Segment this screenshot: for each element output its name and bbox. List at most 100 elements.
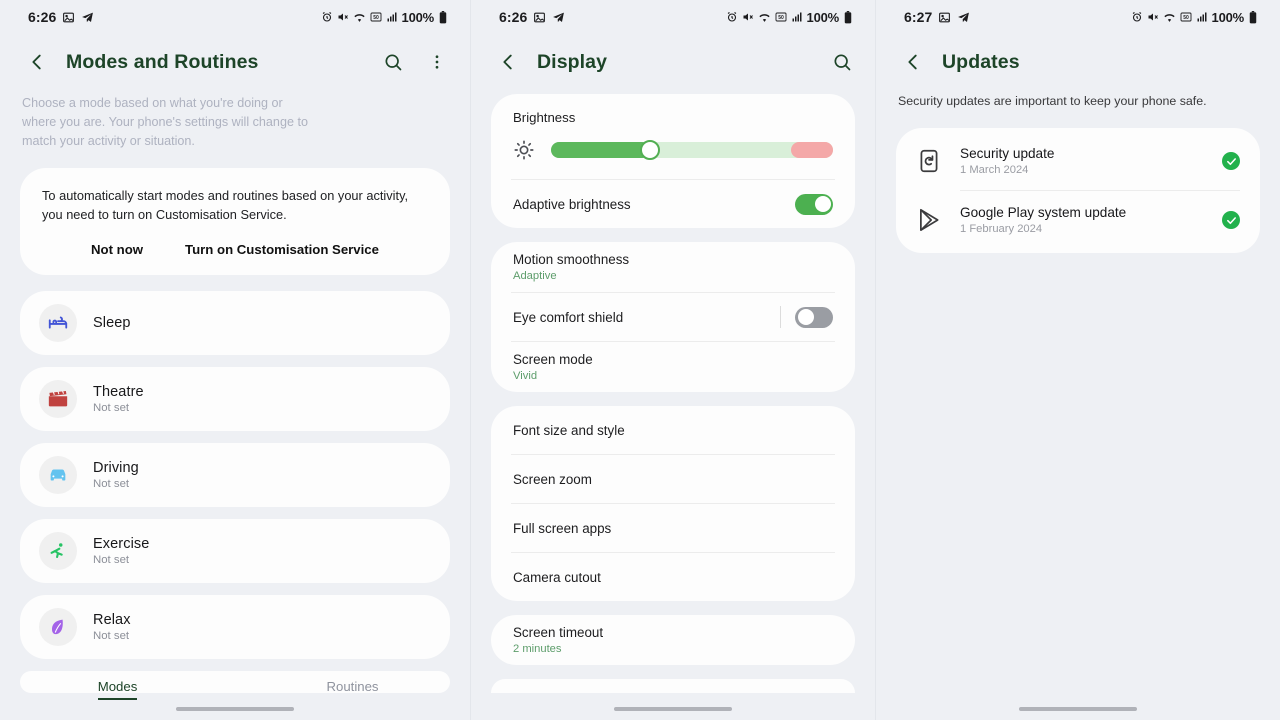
eye-comfort-shield-toggle[interactable] [795,306,833,328]
updates-description: Security updates are important to keep y… [898,94,1207,108]
gallery-icon [533,11,546,24]
row-text: Motion smoothness Adaptive [513,242,629,292]
battery-icon [438,10,448,24]
display-group-4: Screen timeout 2 minutes [491,615,855,665]
brightness-slider[interactable] [551,140,833,160]
notice-actions: Not now Turn on Customisation Service [42,242,428,261]
row-text: Font size and style [513,413,625,448]
tab-routines[interactable]: Routines [235,679,470,694]
mode-status: Not set [93,630,130,642]
update-text: Security update 1 March 2024 [960,146,1222,176]
update-item-security-update[interactable]: Security update 1 March 2024 [896,132,1260,190]
brightness-thumb[interactable] [639,140,660,160]
search-icon[interactable] [378,47,408,77]
vpn-icon: 50 [775,11,787,23]
row-full-screen-apps[interactable]: Full screen apps [491,504,855,552]
row-adaptive-brightness[interactable]: Adaptive brightness [491,180,855,228]
row-text: Eye comfort shield [513,300,623,335]
status-bar-left: 6:26 [28,9,94,25]
row-camera-cutout[interactable]: Camera cutout [491,553,855,601]
app-bar-updates: Updates [876,34,1280,90]
vertical-divider [780,306,781,328]
back-chevron-icon[interactable] [898,47,928,77]
row-font-size-and-style[interactable]: Font size and style [491,406,855,454]
customisation-service-notice: To automatically start modes and routine… [20,168,450,275]
svg-text:50: 50 [373,15,379,21]
row-screen-zoom[interactable]: Screen zoom [491,455,855,503]
update-name: Security update [960,146,1055,161]
check-circle-icon [1222,152,1240,170]
app-bar-modes: Modes and Routines [0,34,470,90]
row-value: Adaptive [513,270,557,282]
telegram-icon [957,11,970,24]
page-title: Modes and Routines [66,50,259,73]
tab-modes[interactable]: Modes [0,679,235,700]
row-screen-timeout[interactable]: Screen timeout 2 minutes [491,615,855,665]
row-label: Full screen apps [513,520,612,536]
row-motion-smoothness[interactable]: Motion smoothness Adaptive [491,242,855,292]
svg-text:50: 50 [778,15,784,21]
display-settings-list: Brightness Adaptive brightness Motion sm… [471,90,875,693]
wifi-icon [758,11,771,24]
row-text: Adaptive brightness [513,187,631,222]
more-vertical-icon[interactable] [422,47,452,77]
adaptive-brightness-toggle[interactable] [795,193,833,215]
search-icon[interactable] [827,47,857,77]
status-time: 6:26 [499,9,528,25]
mute-icon [742,11,754,23]
mode-status: Not set [93,554,130,566]
tab-routines-label: Routines [326,679,379,694]
not-now-button[interactable]: Not now [91,242,143,257]
row-screen-mode[interactable]: Screen mode Vivid [491,342,855,392]
row-label: Font size and style [513,422,625,438]
row-label: Screen mode [513,352,593,367]
play-store-icon [916,207,942,233]
update-date: 1 March 2024 [960,164,1029,176]
brightness-label: Brightness [513,110,576,125]
status-time: 6:26 [28,9,57,25]
mode-text: Driving Not set [93,460,139,490]
telegram-icon [552,11,565,24]
wifi-icon [353,11,366,24]
wifi-icon [1163,11,1176,24]
mode-item-exercise[interactable]: Exercise Not set [20,519,450,583]
row-value: 2 minutes [513,643,562,655]
car-icon [39,456,77,494]
gesture-bar[interactable] [614,707,732,711]
leaf-icon [39,608,77,646]
row-eye-comfort-shield[interactable]: Eye comfort shield [491,293,855,341]
brightness-fill [551,142,650,158]
brightness-slider-row [491,125,855,179]
row-label: Camera cutout [513,569,601,585]
brightness-card: Brightness Adaptive brightness [491,94,855,228]
display-group-partial[interactable] [491,679,855,693]
alarm-icon [321,11,333,23]
gesture-bar[interactable] [176,707,294,711]
turn-on-customisation-service-button[interactable]: Turn on Customisation Service [185,242,379,257]
alarm-icon [1131,11,1143,23]
gesture-bar[interactable] [1019,707,1137,711]
battery-percent: 100% [1211,9,1245,25]
row-text: Screen mode Vivid [513,342,593,392]
mode-name: Relax [93,612,131,628]
status-bar: 6:26 50 100% [0,0,470,34]
mode-item-theatre[interactable]: Theatre Not set [20,367,450,431]
alarm-icon [726,11,738,23]
mode-text: Theatre Not set [93,384,144,414]
row-label: Screen timeout [513,625,604,640]
update-item-google-play-system-update[interactable]: Google Play system update 1 February 202… [896,191,1260,249]
update-name: Google Play system update [960,205,1127,220]
mode-item-sleep[interactable]: Sleep [20,291,450,355]
mode-name: Driving [93,460,139,476]
mode-text: Relax Not set [93,612,131,642]
page-title: Display [537,50,608,73]
mode-item-driving[interactable]: Driving Not set [20,443,450,507]
display-group-2: Motion smoothness Adaptive Eye comfort s… [491,242,855,392]
back-chevron-icon[interactable] [22,47,52,77]
row-label: Motion smoothness [513,252,630,267]
mode-item-relax[interactable]: Relax Not set [20,595,450,659]
back-chevron-icon[interactable] [493,47,523,77]
battery-percent: 100% [401,9,435,25]
